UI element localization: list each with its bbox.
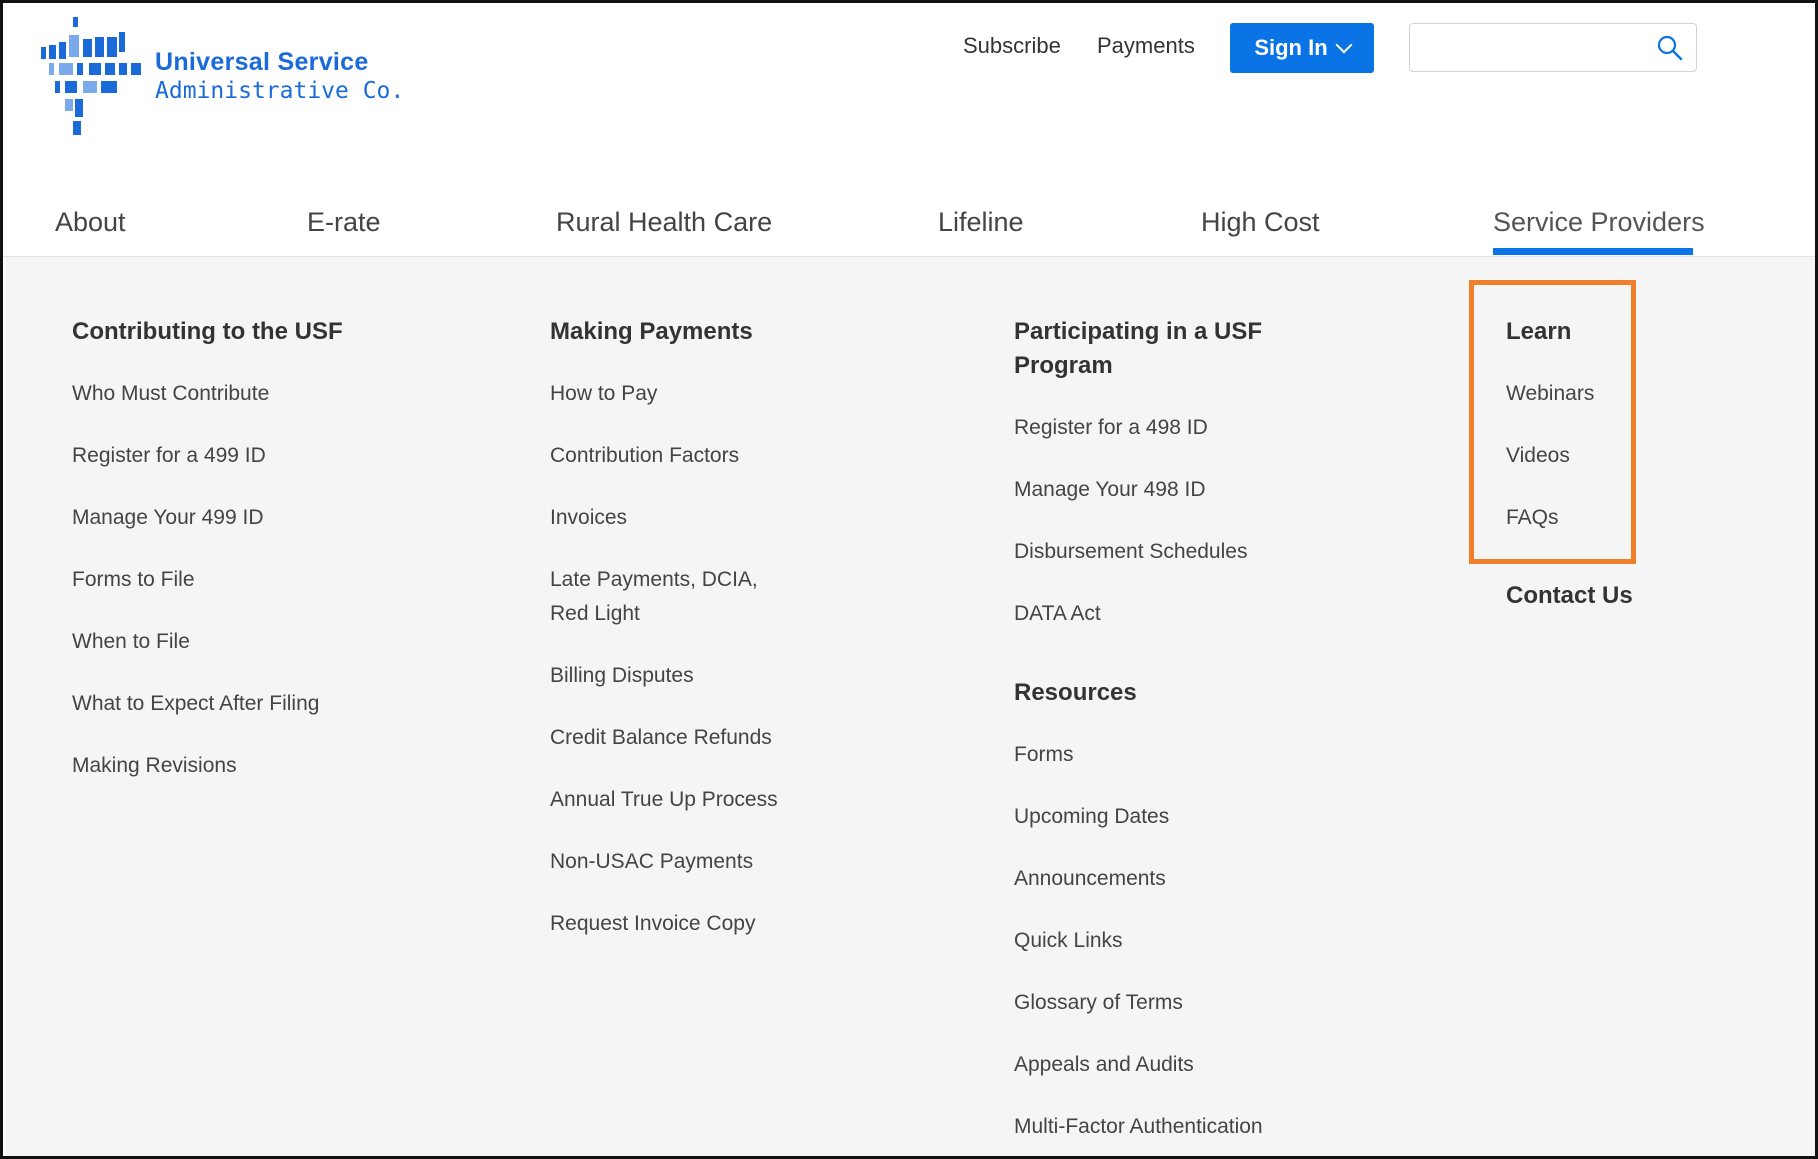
- search-input[interactable]: [1420, 34, 1640, 62]
- menu-heading: Making Payments: [550, 318, 753, 345]
- menu-link-non-usac-payments[interactable]: Non-USAC Payments: [550, 845, 790, 879]
- page-frame: Universal Service Administrative Co. Sub…: [0, 0, 1818, 1159]
- menu-link-register-498[interactable]: Register for a 498 ID: [1014, 411, 1314, 445]
- payments-link[interactable]: Payments: [1097, 33, 1195, 59]
- menu-link-when-to-file[interactable]: When to File: [72, 625, 343, 659]
- sign-in-label: Sign In: [1254, 35, 1328, 60]
- menu-link-making-revisions[interactable]: Making Revisions: [72, 749, 343, 783]
- menu-heading: Participating in a USF Program: [1014, 318, 1263, 379]
- menu-link-data-act[interactable]: DATA Act: [1014, 597, 1314, 631]
- chevron-down-icon: [1335, 36, 1353, 54]
- menu-link-what-to-expect[interactable]: What to Expect After Filing: [72, 687, 343, 721]
- menu-link-contribution-factors[interactable]: Contribution Factors: [550, 439, 790, 473]
- nav-rural-health-care[interactable]: Rural Health Care: [556, 207, 772, 238]
- menu-link-forms[interactable]: Forms: [1014, 738, 1314, 772]
- menu-link-annual-true-up[interactable]: Annual True Up Process: [550, 783, 790, 817]
- logo-line2: Administrative Co.: [155, 78, 405, 104]
- menu-link-manage-498[interactable]: Manage Your 498 ID: [1014, 473, 1314, 507]
- menu-link-credit-balance-refunds[interactable]: Credit Balance Refunds: [550, 721, 790, 755]
- menu-link-mfa[interactable]: Multi-Factor Authentication: [1014, 1110, 1314, 1144]
- sign-in-button[interactable]: Sign In: [1230, 23, 1374, 73]
- menu-link-forms-to-file[interactable]: Forms to File: [72, 563, 343, 597]
- menu-link-how-to-pay[interactable]: How to Pay: [550, 377, 790, 411]
- usac-logo[interactable]: Universal Service Administrative Co.: [39, 17, 404, 137]
- menu-column-contributing: Contributing to the USF Who Must Contrib…: [72, 315, 343, 783]
- menu-link-late-payments[interactable]: Late Payments, DCIA, Red Light: [550, 563, 790, 631]
- menu-link-disbursement-schedules[interactable]: Disbursement Schedules: [1014, 535, 1314, 569]
- menu-column-participating: Participating in a USF Program Register …: [1014, 315, 1314, 1144]
- highlight-box: [1469, 280, 1636, 564]
- logo-line1: Universal Service: [155, 48, 369, 76]
- menu-link-quick-links[interactable]: Quick Links: [1014, 924, 1314, 958]
- menu-link-appeals-audits[interactable]: Appeals and Audits: [1014, 1048, 1314, 1082]
- menu-link-register-499[interactable]: Register for a 499 ID: [72, 439, 343, 473]
- menu-column-making-payments: Making Payments How to Pay Contribution …: [550, 315, 790, 941]
- nav-e-rate[interactable]: E-rate: [307, 207, 381, 238]
- menu-link-billing-disputes[interactable]: Billing Disputes: [550, 659, 790, 693]
- menu-link-announcements[interactable]: Announcements: [1014, 862, 1314, 896]
- nav-high-cost[interactable]: High Cost: [1201, 207, 1320, 238]
- search-box[interactable]: [1409, 23, 1697, 72]
- logo-text: Universal Service Administrative Co.: [155, 48, 404, 106]
- menu-link-who-must-contribute[interactable]: Who Must Contribute: [72, 377, 343, 411]
- menu-heading-resources: Resources: [1014, 679, 1137, 706]
- search-icon[interactable]: [1656, 34, 1684, 67]
- menu-link-manage-499[interactable]: Manage Your 499 ID: [72, 501, 343, 535]
- nav-lifeline[interactable]: Lifeline: [938, 207, 1024, 238]
- menu-heading: Contributing to the USF: [72, 318, 343, 345]
- usac-logo-mark: [41, 17, 141, 135]
- menu-link-invoices[interactable]: Invoices: [550, 501, 790, 535]
- menu-link-glossary[interactable]: Glossary of Terms: [1014, 986, 1314, 1020]
- subscribe-link[interactable]: Subscribe: [963, 33, 1061, 59]
- nav-about[interactable]: About: [55, 207, 126, 238]
- nav-service-providers[interactable]: Service Providers: [1493, 207, 1705, 238]
- menu-heading-contact-us[interactable]: Contact Us: [1506, 579, 1633, 613]
- menu-link-request-invoice-copy[interactable]: Request Invoice Copy: [550, 907, 790, 941]
- active-tab-indicator: [1493, 248, 1693, 255]
- menu-link-upcoming-dates[interactable]: Upcoming Dates: [1014, 800, 1314, 834]
